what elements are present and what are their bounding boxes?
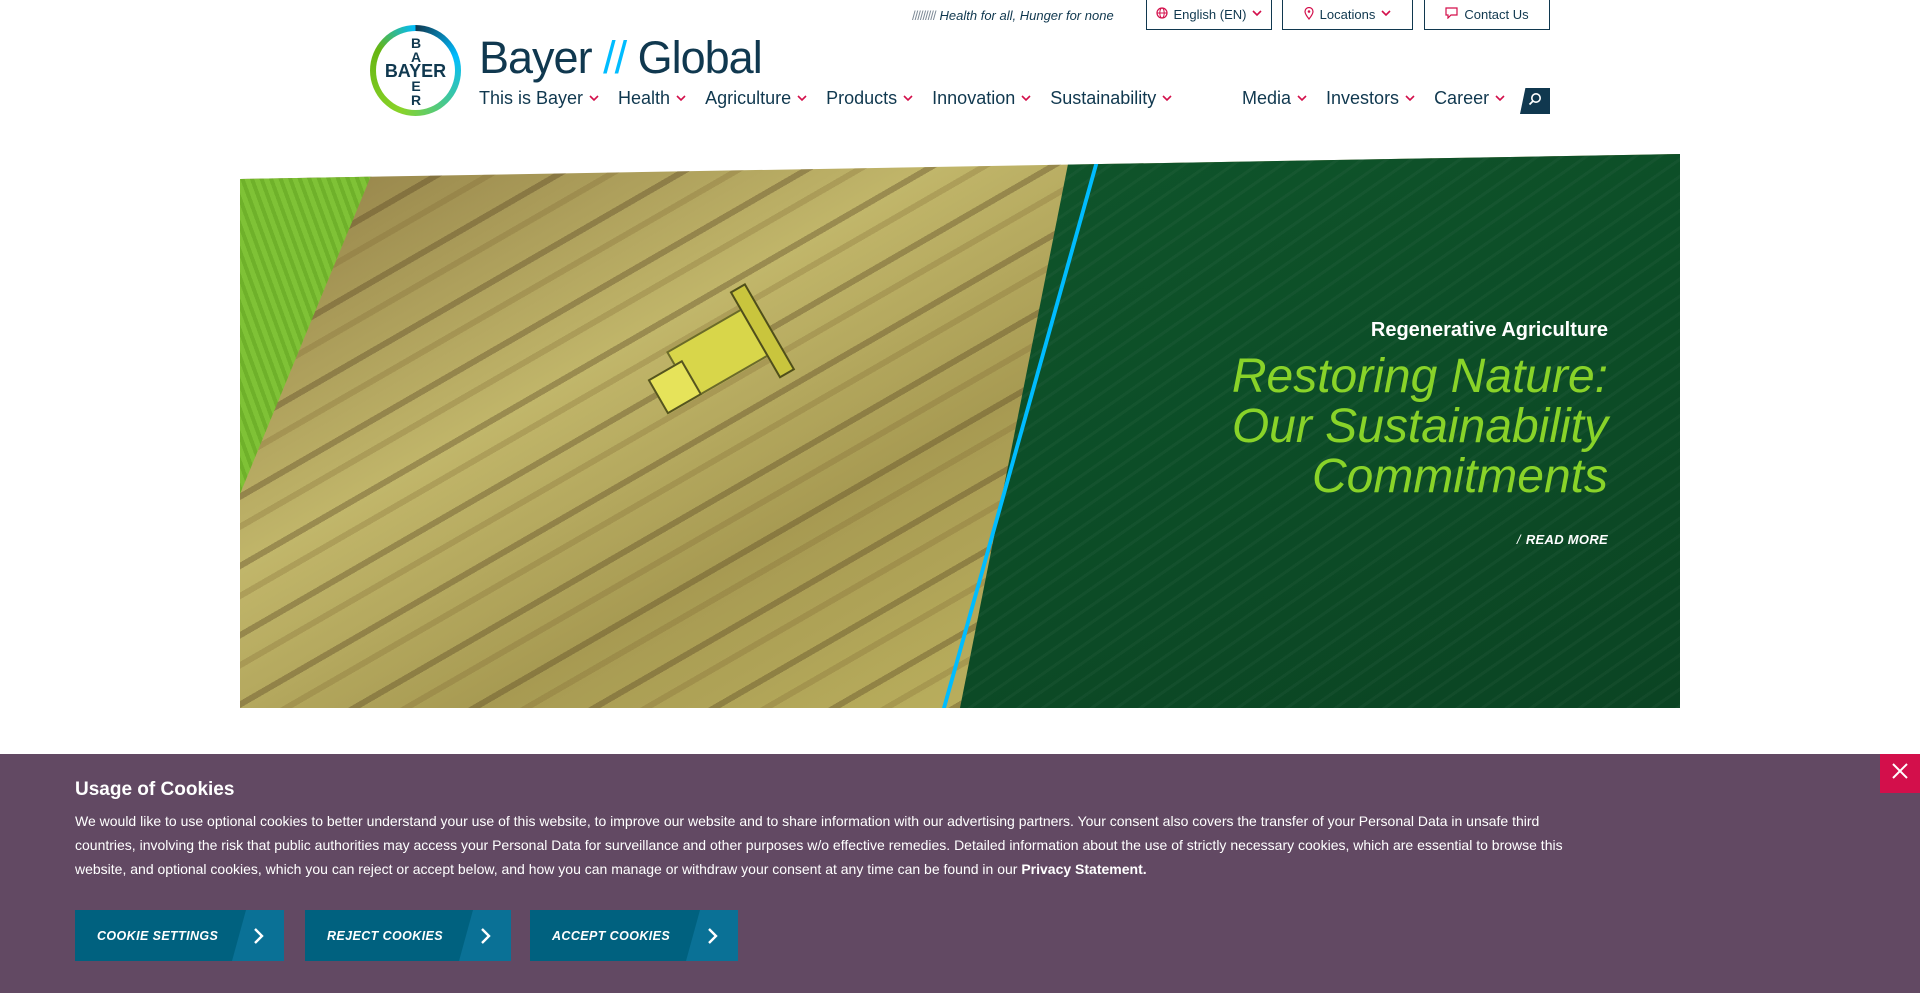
chevron-down-icon	[1162, 93, 1172, 105]
nav-label: Media	[1242, 88, 1292, 108]
main-nav: This is Bayer Health Agriculture Product…	[479, 88, 1172, 109]
locations-label: Locations	[1319, 7, 1376, 22]
tagline-text: Health for all, Hunger for none	[939, 8, 1114, 23]
contact-label: Contact Us	[1464, 7, 1529, 22]
site-title[interactable]: Bayer // Global	[479, 32, 763, 84]
globe-icon	[1155, 7, 1168, 22]
chevron-down-icon	[903, 93, 913, 105]
logo-cross: BA BAYER ER	[376, 31, 455, 110]
privacy-statement-link[interactable]: Privacy Statement.	[1021, 861, 1146, 877]
language-label: English (EN)	[1173, 7, 1247, 22]
cookie-body: We would like to use optional cookies to…	[75, 813, 1563, 877]
read-more-label: READ MORE	[1525, 532, 1608, 547]
location-pin-icon	[1304, 6, 1314, 23]
search-button[interactable]	[1520, 88, 1550, 114]
link-bar: /	[1516, 532, 1521, 547]
nav-label: Career	[1434, 88, 1490, 108]
cookie-title: Usage of Cookies	[75, 779, 235, 800]
logo-top-letters: BA	[411, 35, 422, 65]
hero-title-line: Restoring Nature:	[1231, 350, 1608, 403]
nav-item-career[interactable]: Career	[1434, 88, 1505, 109]
chevron-down-icon	[589, 93, 599, 105]
bayer-logo[interactable]: BA BAYER ER	[370, 25, 461, 116]
nav-label: Health	[618, 88, 671, 108]
reject-cookies-button[interactable]: REJECT COOKIES	[305, 910, 511, 961]
locations-button[interactable]: Locations	[1282, 0, 1413, 30]
site-title-separator: //	[603, 32, 627, 83]
accept-cookies-button[interactable]: ACCEPT COOKIES	[530, 910, 738, 961]
chevron-down-icon	[797, 93, 807, 105]
chevron-down-icon	[1405, 93, 1415, 105]
hero-banner[interactable]: Regenerative Agriculture Restoring Natur…	[240, 154, 1680, 708]
hero-title: Restoring Nature: Our Sustainability Com…	[1048, 352, 1608, 502]
cookie-settings-label: COOKIE SETTINGS	[97, 928, 219, 943]
site-title-bayer: Bayer	[479, 32, 593, 83]
tagline: /////////Health for all, Hunger for none	[912, 8, 1114, 23]
logo-bottom-letters: ER	[411, 78, 422, 108]
utility-bar: /////////Health for all, Hunger for none…	[0, 0, 1920, 30]
chevron-right-icon	[232, 910, 284, 961]
contact-us-button[interactable]: Contact Us	[1424, 0, 1550, 30]
nav-item-investors[interactable]: Investors	[1326, 88, 1415, 109]
nav-item-health[interactable]: Health	[618, 88, 686, 109]
tagline-slashes: /////////	[912, 8, 936, 23]
nav-label: Agriculture	[705, 88, 792, 108]
hero-text: Regenerative Agriculture Restoring Natur…	[1048, 319, 1608, 547]
nav-label: Investors	[1326, 88, 1400, 108]
search-icon	[1528, 92, 1542, 111]
cookie-banner: Usage of Cookies We would like to use op…	[0, 754, 1920, 993]
nav-label: This is Bayer	[479, 88, 584, 108]
accept-cookies-label: ACCEPT COOKIES	[552, 928, 671, 943]
cookie-settings-button[interactable]: COOKIE SETTINGS	[75, 910, 284, 961]
nav-item-products[interactable]: Products	[826, 88, 913, 109]
nav-item-this-is-bayer[interactable]: This is Bayer	[479, 88, 599, 109]
read-more-link[interactable]: / READ MORE	[1048, 532, 1608, 547]
chevron-down-icon	[1381, 9, 1391, 20]
nav-item-innovation[interactable]: Innovation	[932, 88, 1031, 109]
chevron-right-icon	[459, 910, 511, 961]
hero-title-line: Commitments	[1311, 450, 1608, 503]
chevron-down-icon	[1252, 9, 1263, 20]
site-title-global: Global	[637, 32, 763, 83]
nav-item-agriculture[interactable]: Agriculture	[705, 88, 807, 109]
nav-label: Products	[826, 88, 898, 108]
chevron-down-icon	[676, 93, 686, 105]
chevron-down-icon	[1021, 93, 1031, 105]
reject-cookies-label: REJECT COOKIES	[327, 928, 444, 943]
close-icon	[1891, 762, 1909, 785]
hero-eyebrow: Regenerative Agriculture	[1370, 319, 1608, 341]
secondary-nav: Media Investors Career	[1242, 88, 1505, 109]
cookie-text: We would like to use optional cookies to…	[75, 809, 1575, 881]
chevron-down-icon	[1297, 93, 1307, 105]
nav-label: Innovation	[932, 88, 1016, 108]
language-selector[interactable]: English (EN)	[1146, 0, 1272, 30]
nav-item-sustainability[interactable]: Sustainability	[1050, 88, 1172, 109]
chat-bubble-icon	[1445, 7, 1458, 22]
hero-title-line: Our Sustainability	[1231, 400, 1608, 453]
cookie-close-button[interactable]	[1880, 754, 1920, 793]
chevron-right-icon	[686, 910, 738, 961]
nav-item-media[interactable]: Media	[1242, 88, 1307, 109]
chevron-down-icon	[1495, 93, 1505, 105]
nav-label: Sustainability	[1050, 88, 1157, 108]
